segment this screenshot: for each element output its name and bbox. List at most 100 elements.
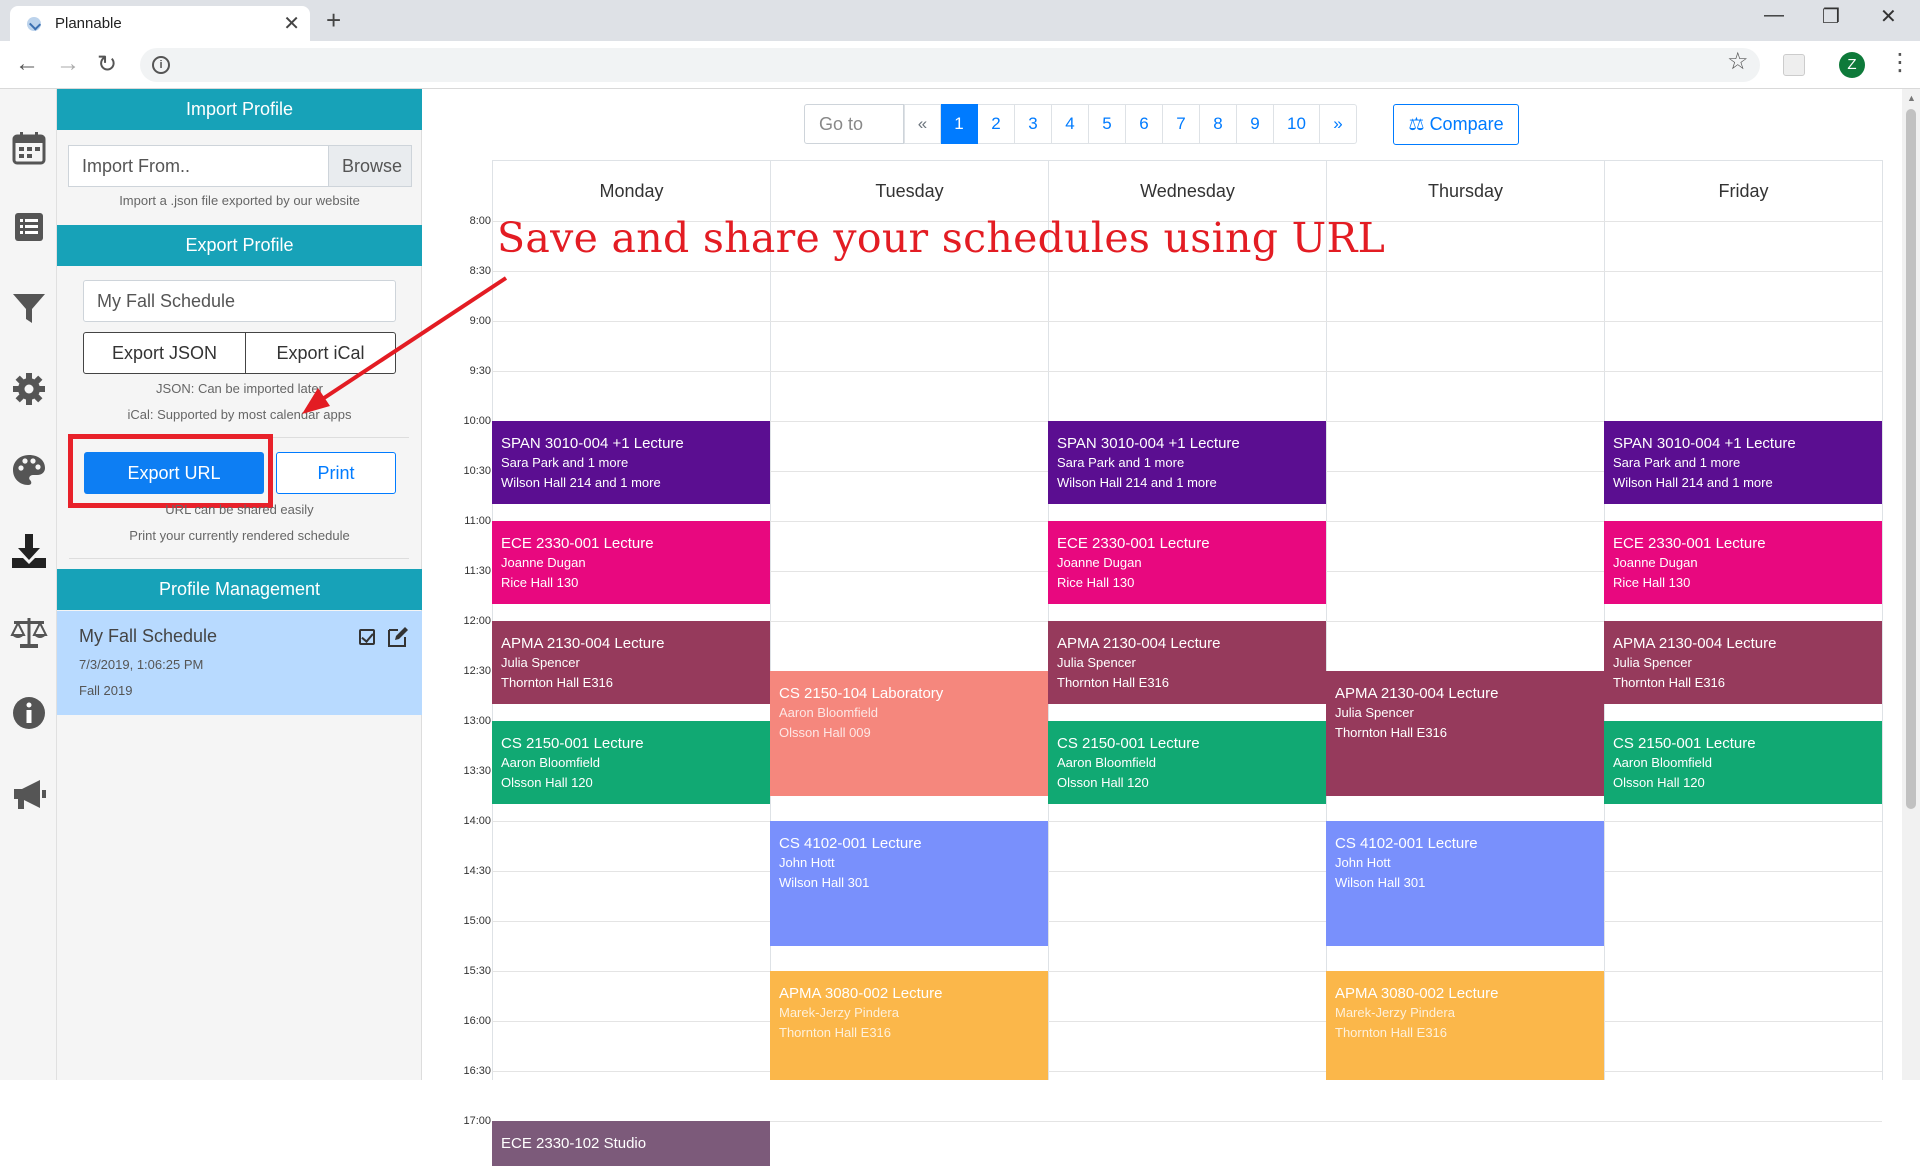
calendar-icon[interactable] [10,129,48,167]
edit-icon[interactable] [386,625,410,649]
page-button-9[interactable]: 9 [1237,104,1274,144]
page-scrollbar[interactable]: ▲ [1902,89,1920,1080]
event-title: ECE 2330-001 Lecture [1613,535,1766,552]
time-gridline [492,1071,1882,1072]
next-page-button[interactable]: » [1320,104,1357,144]
event-instructor: Julia Spencer [1613,655,1692,670]
time-label: 16:00 [463,1015,491,1027]
page-button-10[interactable]: 10 [1274,104,1320,144]
time-label: 9:00 [469,315,491,327]
goto-input[interactable]: Go to [804,104,904,144]
course-event[interactable]: APMA 3080-002 Lecture Marek-Jerzy Pindera… [770,971,1048,1080]
time-gridline [492,821,1882,822]
course-event[interactable]: CS 4102-001 Lecture John Hott Wilson Hall … [770,821,1048,946]
url-omnibox[interactable]: i [140,48,1760,82]
back-icon[interactable]: ← [15,50,39,78]
event-location: Thornton Hall E316 [1057,675,1170,690]
event-title: APMA 2130-004 Lecture [1057,635,1221,652]
minimize-window-icon[interactable]: — [1764,4,1784,27]
checkbox-icon[interactable] [359,629,375,645]
event-title: APMA 2130-004 Lecture [1613,635,1777,652]
scale-icon[interactable] [10,613,48,651]
browser-menu-icon[interactable]: ⋮ [1888,48,1912,77]
course-event[interactable]: ECE 2330-001 Lecture Joanne Dugan Rice Hal… [492,521,770,605]
plannable-favicon-icon [27,17,41,31]
course-event[interactable]: CS 4102-001 Lecture John Hott Wilson Hall … [1326,821,1604,946]
time-label: 12:30 [463,665,491,677]
scroll-thumb[interactable] [1906,109,1916,809]
course-event[interactable]: APMA 2130-004 Lecture Julia Spencer Thornt… [1048,621,1326,705]
import-file-input[interactable]: Import From.. [68,145,329,187]
page-button-1[interactable]: 1 [941,104,978,144]
page-button-5[interactable]: 5 [1089,104,1126,144]
course-event[interactable]: ECE 2330-001 Lecture Joanne Dugan Rice Hal… [1048,521,1326,605]
course-event[interactable]: APMA 2130-004 Lecture Julia Spencer Thornt… [1326,671,1604,796]
print-button[interactable]: Print [276,452,396,494]
megaphone-icon[interactable] [10,775,48,813]
time-label: 9:30 [469,365,491,377]
reload-icon[interactable]: ↻ [97,50,117,79]
page-list: 1 2 3 4 5 6 7 8 9 10 [941,104,1320,144]
icon-rail [0,89,57,1080]
page-button-8[interactable]: 8 [1200,104,1237,144]
course-event[interactable]: CS 2150-001 Lecture Aaron Bloomfield Olsso… [492,721,770,805]
course-event[interactable]: CS 2150-001 Lecture Aaron Bloomfield Olsso… [1048,721,1326,805]
course-event[interactable]: ECE 2330-001 Lecture Joanne Dugan Rice Hal… [1604,521,1882,605]
course-event[interactable]: APMA 2130-004 Lecture Julia Spencer Thornt… [492,621,770,705]
filter-icon[interactable] [10,289,48,327]
compare-button[interactable]: ⚖ Compare [1393,104,1519,145]
course-event[interactable]: SPAN 3010-004 +1 Lecture Sara Park and 1 … [1604,421,1882,505]
profile-management-header: Profile Management [57,569,422,610]
event-title: APMA 2130-004 Lecture [501,635,665,652]
course-event[interactable]: APMA 2130-004 Lecture Julia Spencer Thornt… [1604,621,1882,705]
profile-name: My Fall Schedule [79,626,218,646]
browse-button[interactable]: Browse [329,145,412,187]
info-icon[interactable] [10,694,48,732]
annotation-caption: Save and share your schedules using URL [497,214,1386,262]
time-gridline [492,1021,1882,1022]
palette-icon[interactable] [10,451,48,489]
profile-name-input[interactable]: My Fall Schedule [83,280,396,322]
page-button-3[interactable]: 3 [1015,104,1052,144]
close-window-icon[interactable]: ✕ [1880,4,1897,29]
schedule-calendar: Monday Tuesday Wednesday Thursday Friday SPAN… [492,160,1883,1166]
course-event[interactable]: ECE 2330-102 Studio [492,1121,770,1166]
profile-card[interactable]: My Fall Schedule 7/3/2019, 1:06:25 PM Fa… [57,611,422,715]
event-title: CS 2150-104 Laboratory [779,685,944,702]
event-instructor: Aaron Bloomfield [779,705,878,720]
course-event[interactable]: CS 2150-104 Laboratory Aaron Bloomfield Ol… [770,671,1048,796]
export-ical-button[interactable]: Export iCal [245,332,396,374]
prev-page-button[interactable]: « [904,104,941,144]
column-divider [1048,160,1049,1080]
new-tab-icon[interactable]: + [326,5,341,36]
course-event[interactable]: CS 2150-001 Lecture Aaron Bloomfield Olsso… [1604,721,1882,805]
page-button-6[interactable]: 6 [1126,104,1163,144]
page-button-2[interactable]: 2 [978,104,1015,144]
forward-icon[interactable]: → [56,50,80,78]
event-title: CS 4102-001 Lecture [779,835,922,852]
download-icon[interactable] [10,532,48,570]
profile-avatar[interactable]: Z [1839,52,1865,78]
extension-icon[interactable] [1783,54,1805,76]
gear-icon[interactable] [10,370,48,408]
time-label: 15:00 [463,915,491,927]
time-label: 11:00 [464,515,491,527]
browser-tab[interactable]: Plannable ✕ [10,6,310,41]
restore-window-icon[interactable]: ❐ [1822,4,1840,29]
page-button-4[interactable]: 4 [1052,104,1089,144]
close-tab-icon[interactable]: ✕ [283,11,300,36]
course-event[interactable]: SPAN 3010-004 +1 Lecture Sara Park and 1 … [492,421,770,505]
export-json-button[interactable]: Export JSON [83,332,246,374]
event-location: Rice Hall 130 [501,575,579,590]
event-instructor: Marek-Jerzy Pindera [779,1005,899,1020]
bookmark-star-icon[interactable]: ☆ [1727,47,1749,76]
event-instructor: John Hott [779,855,835,870]
scroll-up-icon[interactable]: ▲ [1907,93,1916,103]
course-event[interactable]: APMA 3080-002 Lecture Marek-Jerzy Pindera… [1326,971,1604,1080]
list-icon[interactable] [10,208,48,246]
page-button-7[interactable]: 7 [1163,104,1200,144]
event-location: Thornton Hall E316 [501,675,614,690]
site-info-icon[interactable]: i [152,56,170,74]
course-event[interactable]: SPAN 3010-004 +1 Lecture Sara Park and 1 … [1048,421,1326,505]
event-instructor: Aaron Bloomfield [1057,755,1156,770]
